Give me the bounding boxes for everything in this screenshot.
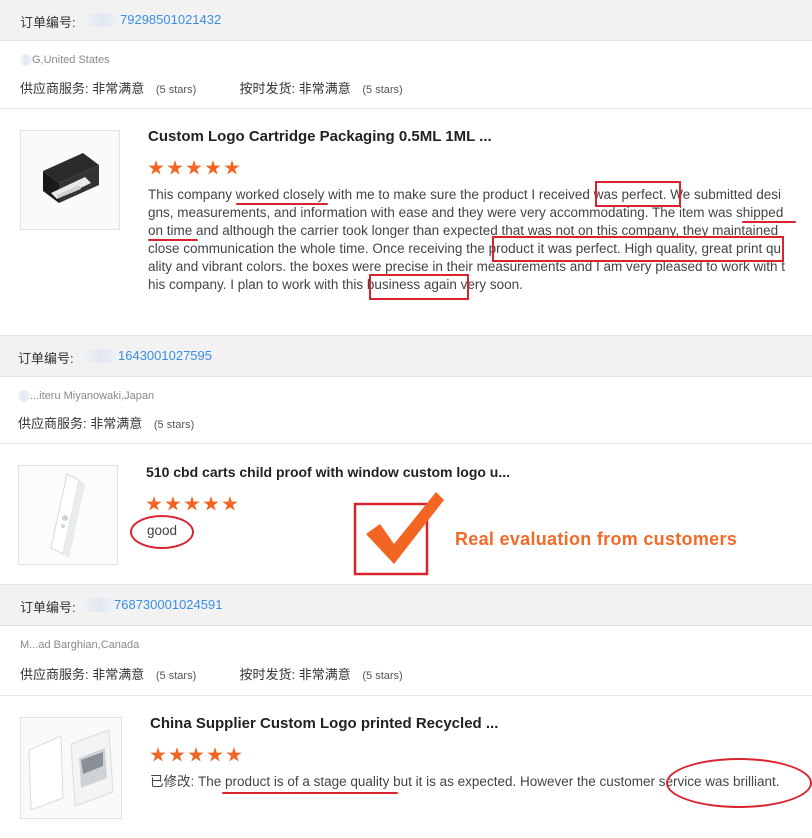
masked-order-prefix — [85, 13, 119, 27]
product-thumbnail[interactable] — [20, 130, 120, 230]
annotation-underline — [236, 203, 328, 205]
divider — [0, 695, 812, 696]
star-icon — [226, 747, 242, 762]
star-rating — [148, 160, 240, 176]
order-header: 订单编号: 1643001027595 — [0, 335, 812, 377]
star-icon — [169, 747, 185, 762]
masked-buyer-prefix — [20, 54, 32, 66]
star-icon — [224, 160, 240, 175]
rating-summary: 供应商服务: 非常满意 (5 stars) 按时发货: 非常满意 (5 star… — [20, 664, 403, 683]
product-thumbnail[interactable] — [18, 465, 118, 565]
order-label: 订单编号: — [20, 600, 76, 615]
order-header: 订单编号: 79298501021432 — [0, 0, 812, 41]
product-title[interactable]: Custom Logo Cartridge Packaging 0.5ML 1M… — [148, 128, 492, 145]
ontime-label: 按时发货: — [239, 667, 296, 682]
masked-order-prefix — [84, 598, 114, 612]
edited-prefix: 已修改: — [150, 774, 195, 789]
annotation-underline — [148, 239, 198, 241]
supplier-service-value: 非常满意 — [92, 667, 145, 682]
supplier-service-label: 供应商服务: — [18, 416, 87, 431]
star-icon — [186, 160, 202, 175]
buyer-name: G,United States — [32, 54, 110, 66]
star-rating — [150, 747, 242, 763]
annotation-circle — [130, 515, 194, 549]
star-icon — [150, 747, 166, 762]
annotation-box — [369, 274, 469, 300]
supplier-service-label: 供应商服务: — [20, 667, 89, 682]
ontime-stars: (5 stars) — [362, 670, 403, 682]
product-title[interactable]: China Supplier Custom Logo printed Recyc… — [150, 715, 498, 732]
buyer-name: ...iteru Miyanowaki,Japan — [30, 390, 155, 402]
product-title[interactable]: 510 cbd carts child proof with window cu… — [146, 464, 510, 480]
rating-summary: 供应商服务: 非常满意 (5 stars) — [18, 413, 194, 432]
masked-order-prefix — [84, 349, 118, 363]
rating-summary: 供应商服务: 非常满意 (5 stars) 按时发货: 非常满意 (5 star… — [20, 78, 403, 97]
annotation-underline — [742, 221, 796, 223]
annotation-box — [595, 181, 681, 207]
supplier-service-value: 非常满意 — [92, 81, 145, 96]
star-icon — [148, 160, 164, 175]
divider — [0, 443, 812, 444]
checkmark-icon — [353, 492, 444, 576]
order-number[interactable]: 1643001027595 — [118, 348, 212, 363]
star-icon — [165, 496, 181, 511]
star-icon — [203, 496, 219, 511]
order-number[interactable]: 768730001024591 — [114, 597, 222, 612]
ontime-label: 按时发货: — [239, 81, 296, 96]
cart-case-image — [19, 466, 117, 564]
review-line: gns, measurements, and information with … — [148, 205, 784, 220]
order-header: 订单编号: 768730001024591 — [0, 584, 812, 626]
annotation-box — [492, 236, 784, 262]
review-line: This company worked closely with me to m… — [148, 187, 782, 202]
promo-text: Real evaluation from customers — [455, 529, 738, 549]
product-thumbnail[interactable] — [20, 717, 122, 819]
supplier-service-stars: (5 stars) — [155, 84, 197, 96]
star-icon — [184, 496, 200, 511]
ontime-value: 非常满意 — [298, 667, 351, 682]
ontime-stars: (5 stars) — [362, 84, 403, 96]
star-icon — [167, 160, 183, 175]
divider — [0, 108, 812, 109]
annotation-circle — [666, 758, 812, 808]
paper-box-image — [21, 718, 121, 818]
star-icon — [207, 747, 223, 762]
supplier-service-stars: (5 stars) — [155, 670, 197, 682]
order-label: 订单编号: — [20, 15, 76, 30]
star-icon — [205, 160, 221, 175]
star-rating — [146, 496, 238, 512]
buyer-name: M...ad Barghian,Canada — [20, 639, 140, 651]
supplier-service-label: 供应商服务: — [20, 81, 89, 96]
supplier-service-stars: (5 stars) — [153, 419, 195, 431]
star-icon — [188, 747, 204, 762]
ontime-value: 非常满意 — [298, 81, 351, 96]
order-label: 订单编号: — [18, 351, 74, 366]
masked-buyer-prefix — [18, 390, 30, 402]
cartridge-box-image — [21, 131, 119, 229]
order-number[interactable]: 79298501021432 — [120, 12, 221, 27]
annotation-underline — [222, 792, 398, 794]
star-icon — [222, 496, 238, 511]
review-line: his company. I plan to work with this bu… — [148, 277, 523, 292]
star-icon — [146, 496, 162, 511]
supplier-service-value: 非常满意 — [90, 416, 143, 431]
